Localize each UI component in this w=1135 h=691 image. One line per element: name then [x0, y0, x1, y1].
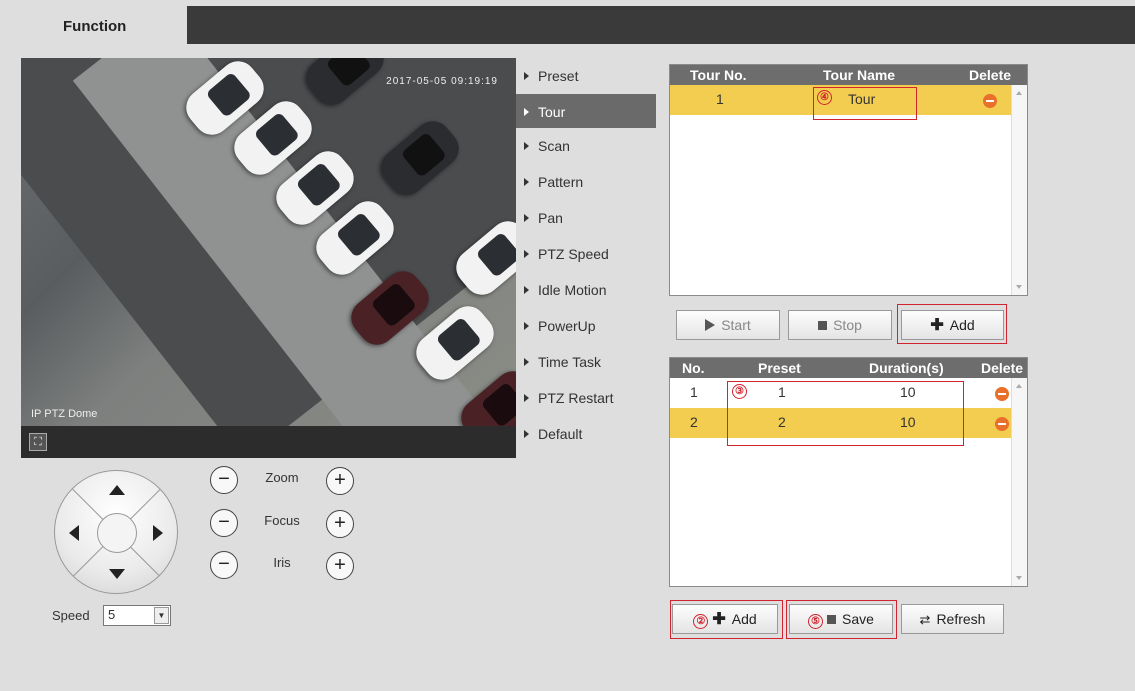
play-icon: [705, 319, 716, 331]
chevron-down-icon[interactable]: ▼: [154, 607, 169, 624]
delete-icon[interactable]: [995, 387, 1009, 401]
cell-no: 2: [690, 414, 698, 430]
dpad-center-button[interactable]: [97, 513, 137, 553]
header-tour-name: Tour Name: [823, 67, 896, 83]
video-preview: 2017-05-05 09:19:19 IP PTZ Dome: [21, 58, 516, 426]
triangle-right-icon: [524, 394, 529, 402]
cell-no: 1: [690, 384, 698, 400]
save-icon: [827, 615, 837, 624]
step-marker-5: ⑤: [808, 614, 824, 629]
refresh-button[interactable]: ⇄ Refresh: [901, 604, 1004, 634]
save-button[interactable]: ⑤ Save: [789, 604, 893, 634]
pan-down-icon[interactable]: [109, 569, 125, 579]
zoom-control: − Zoom +: [210, 466, 360, 496]
iris-control: − Iris +: [210, 551, 360, 581]
zoom-in-button[interactable]: +: [326, 467, 354, 495]
iris-minus-button[interactable]: −: [210, 551, 238, 579]
step-marker-4: ④: [817, 90, 832, 105]
menu-item-tour[interactable]: Tour: [516, 94, 656, 128]
focus-plus-button[interactable]: +: [326, 510, 354, 538]
zoom-out-button[interactable]: −: [210, 466, 238, 494]
tour-table-scrollbar[interactable]: [1011, 85, 1027, 295]
step-marker-2: ②: [693, 614, 709, 629]
iris-label: Iris: [273, 555, 291, 570]
scroll-up-icon[interactable]: [1016, 384, 1022, 388]
tour-table: Tour No. Tour Name Delete 1 ④ Tour: [669, 64, 1028, 296]
triangle-right-icon: [524, 142, 529, 150]
cell-duration[interactable]: 10: [900, 384, 916, 400]
table-row[interactable]: 1 ④ Tour: [670, 85, 1027, 115]
fullscreen-icon[interactable]: ⛶: [29, 433, 47, 451]
scroll-up-icon[interactable]: [1016, 91, 1022, 95]
menu-item-scan[interactable]: Scan: [516, 128, 656, 164]
direction-pad: [54, 470, 178, 594]
iris-plus-button[interactable]: +: [326, 552, 354, 580]
step-marker-3: ③: [732, 384, 747, 399]
speed-label: Speed: [52, 608, 90, 623]
triangle-right-icon: [524, 72, 529, 80]
triangle-right-icon: [524, 430, 529, 438]
stop-button[interactable]: Stop: [788, 310, 892, 340]
header-no: No.: [682, 360, 705, 376]
speed-value: 5: [108, 607, 116, 622]
triangle-right-icon: [524, 250, 529, 258]
cell-preset[interactable]: 2: [778, 414, 786, 430]
cell-duration[interactable]: 10: [900, 414, 916, 430]
header-tour-no: Tour No.: [690, 67, 747, 83]
menu-item-default[interactable]: Default: [516, 416, 656, 452]
add-preset-button[interactable]: ② ✚ Add: [672, 604, 778, 634]
triangle-right-icon: [524, 108, 529, 116]
header-delete: Delete: [969, 67, 1012, 83]
pan-up-icon[interactable]: [109, 485, 125, 495]
video-timestamp: 2017-05-05 09:19:19: [386, 76, 498, 87]
speed-select[interactable]: 5 ▼: [103, 605, 171, 626]
triangle-right-icon: [524, 214, 529, 222]
cell-preset[interactable]: 1: [778, 384, 786, 400]
zoom-label: Zoom: [265, 470, 299, 485]
plus-icon: ✚: [712, 611, 726, 628]
add-tour-button[interactable]: ✚ Add: [901, 310, 1004, 340]
scroll-down-icon[interactable]: [1016, 285, 1022, 289]
header-delete: Delete: [981, 360, 1024, 376]
focus-minus-button[interactable]: −: [210, 509, 238, 537]
menu-item-ptz-speed[interactable]: PTZ Speed: [516, 236, 656, 272]
video-overlay-text: IP PTZ Dome: [31, 408, 98, 420]
delete-icon[interactable]: [995, 417, 1009, 431]
preset-table: No. Preset Duration(s) Delete 1 ③ 1 10 2…: [669, 357, 1028, 587]
menu-item-idle-motion[interactable]: Idle Motion: [516, 272, 656, 308]
header-preset: Preset: [758, 360, 801, 376]
cell-tour-name[interactable]: Tour: [848, 91, 875, 107]
plus-icon: ✚: [930, 317, 944, 334]
header-duration: Duration(s): [869, 360, 944, 376]
cell-tour-no: 1: [716, 91, 724, 107]
video-toolbar: ⛶: [21, 426, 516, 458]
preset-table-header: No. Preset Duration(s) Delete: [670, 358, 1027, 378]
triangle-right-icon: [524, 286, 529, 294]
table-row[interactable]: 1 ③ 1 10: [670, 378, 1027, 408]
preset-table-scrollbar[interactable]: [1011, 378, 1027, 586]
pan-left-icon[interactable]: [69, 525, 79, 541]
tour-table-header: Tour No. Tour Name Delete: [670, 65, 1027, 85]
refresh-icon: ⇄: [919, 612, 931, 627]
start-button[interactable]: Start: [676, 310, 780, 340]
focus-control: − Focus +: [210, 509, 360, 539]
scroll-down-icon[interactable]: [1016, 576, 1022, 580]
pan-right-icon[interactable]: [153, 525, 163, 541]
menu-item-pattern[interactable]: Pattern: [516, 164, 656, 200]
menu-item-pan[interactable]: Pan: [516, 200, 656, 236]
tab-function[interactable]: Function: [9, 6, 187, 44]
table-row[interactable]: 2 2 10: [670, 408, 1027, 438]
menu-item-time-task[interactable]: Time Task: [516, 344, 656, 380]
delete-icon[interactable]: [983, 94, 997, 108]
focus-label: Focus: [264, 513, 300, 528]
menu-item-preset[interactable]: Preset: [516, 58, 656, 94]
triangle-right-icon: [524, 178, 529, 186]
stop-icon: [818, 321, 828, 330]
triangle-right-icon: [524, 322, 529, 330]
triangle-right-icon: [524, 358, 529, 366]
menu-item-ptz-restart[interactable]: PTZ Restart: [516, 380, 656, 416]
function-menu: Preset Tour Scan Pattern Pan PTZ Speed I…: [516, 58, 656, 452]
menu-item-powerup[interactable]: PowerUp: [516, 308, 656, 344]
